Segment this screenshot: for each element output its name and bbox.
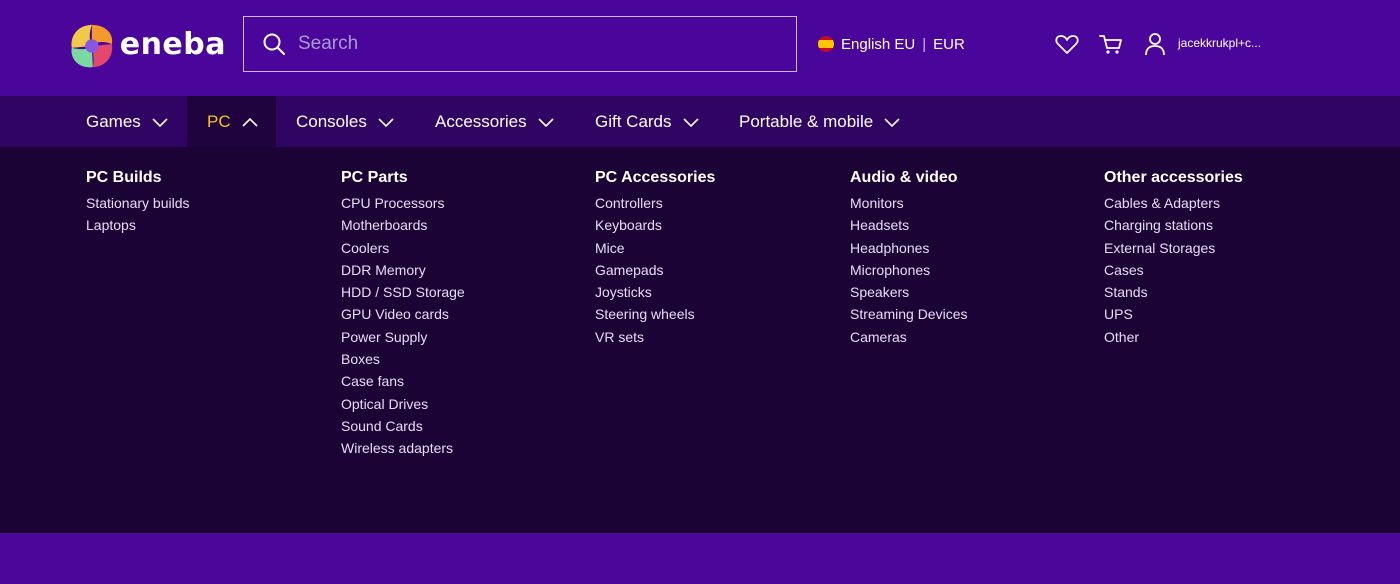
menu-link[interactable]: VR sets: [595, 326, 715, 348]
chevron-down-icon: [378, 117, 394, 127]
menu-column-pc-parts: PC Parts CPU Processors Motherboards Coole…: [341, 169, 465, 460]
menu-link[interactable]: Gamepads: [595, 259, 715, 281]
menu-column-title[interactable]: PC Parts: [341, 169, 465, 187]
chevron-down-icon: [682, 117, 699, 127]
brand-name: eneba: [119, 26, 226, 62]
eneba-logo[interactable]: eneba: [66, 20, 226, 72]
menu-link[interactable]: Streaming Devices: [850, 303, 968, 325]
menu-link[interactable]: Headphones: [850, 237, 968, 259]
nav-item-label: Portable & mobile: [739, 111, 874, 131]
menu-link[interactable]: Laptops: [86, 214, 190, 236]
menu-link[interactable]: Power Supply: [341, 326, 465, 348]
nav-item-label: Games: [86, 111, 141, 131]
menu-link[interactable]: UPS: [1104, 303, 1243, 325]
menu-link[interactable]: Cameras: [850, 326, 968, 348]
account-button[interactable]: [1142, 31, 1168, 57]
menu-link[interactable]: External Storages: [1104, 237, 1243, 259]
wishlist-button[interactable]: [1054, 31, 1080, 57]
search-input[interactable]: [296, 32, 780, 56]
nav-item-games[interactable]: Games: [86, 96, 169, 147]
menu-link[interactable]: Stands: [1104, 281, 1243, 303]
nav-item-consoles[interactable]: Consoles: [296, 96, 395, 147]
menu-column-title[interactable]: PC Builds: [86, 169, 190, 187]
category-nav: Games PC Consoles Accessories Gift Cards…: [0, 96, 1400, 147]
chevron-down-icon: [884, 117, 900, 127]
nav-item-accessories[interactable]: Accessories: [435, 96, 555, 147]
eneba-logo-mark-icon: [71, 24, 113, 68]
menu-link[interactable]: Keyboards: [595, 214, 715, 236]
language-label: English EU: [841, 35, 916, 53]
nav-item-label: Accessories: [435, 111, 527, 131]
locale-separator: |: [922, 35, 927, 53]
menu-link[interactable]: Motherboards: [341, 214, 465, 236]
cart-icon: [1099, 35, 1122, 54]
menu-column-title[interactable]: Audio & video: [850, 169, 968, 187]
menu-link[interactable]: GPU Video cards: [341, 303, 465, 325]
menu-link[interactable]: Steering wheels: [595, 303, 715, 325]
menu-column-pc-builds: PC Builds Stationary builds Laptops: [86, 169, 190, 237]
nav-item-label: Consoles: [296, 111, 367, 131]
menu-column-title[interactable]: Other accessories: [1104, 169, 1243, 187]
header: eneba English EU | EUR jacekkrukpl+c...: [0, 0, 1400, 96]
menu-link[interactable]: Monitors: [850, 192, 968, 214]
menu-link[interactable]: Cables & Adapters: [1104, 192, 1243, 214]
spain-flag-icon: [818, 36, 834, 52]
menu-link[interactable]: Case fans: [341, 370, 465, 392]
cart-button[interactable]: [1098, 31, 1124, 57]
menu-link[interactable]: Cases: [1104, 259, 1243, 281]
menu-link[interactable]: Optical Drives: [341, 393, 465, 415]
menu-link[interactable]: Mice: [595, 237, 715, 259]
chevron-down-icon: [152, 117, 168, 127]
menu-link[interactable]: Charging stations: [1104, 214, 1243, 236]
user-name[interactable]: jacekkrukpl+c...: [1178, 36, 1261, 50]
locale-selector[interactable]: English EU | EUR: [818, 34, 965, 54]
menu-link[interactable]: Headsets: [850, 214, 968, 236]
menu-link[interactable]: Coolers: [341, 237, 465, 259]
chevron-down-icon: [538, 117, 554, 127]
menu-link[interactable]: Speakers: [850, 281, 968, 303]
search-box[interactable]: [243, 16, 797, 72]
nav-item-label: Gift Cards: [595, 111, 672, 131]
search-icon[interactable]: [262, 32, 286, 56]
nav-item-gift-cards[interactable]: Gift Cards: [595, 96, 700, 147]
chevron-up-icon: [242, 117, 258, 127]
menu-link[interactable]: Sound Cards: [341, 415, 465, 437]
mega-menu: PC Builds Stationary builds Laptops PC Pa…: [0, 147, 1400, 533]
user-icon: [1145, 33, 1165, 56]
currency-label: EUR: [933, 35, 965, 53]
menu-link[interactable]: Microphones: [850, 259, 968, 281]
nav-item-label: PC: [207, 111, 231, 131]
menu-link[interactable]: Controllers: [595, 192, 715, 214]
menu-column-audio-video: Audio & video Monitors Headsets Headphones…: [850, 169, 968, 348]
menu-column-other-accessories: Other accessories Cables & Adapters Charg…: [1104, 169, 1243, 348]
menu-link[interactable]: Wireless adapters: [341, 437, 465, 459]
menu-link[interactable]: Stationary builds: [86, 192, 190, 214]
menu-link[interactable]: DDR Memory: [341, 259, 465, 281]
heart-icon: [1055, 35, 1079, 54]
menu-column-pc-accessories: PC Accessories Controllers Keyboards Mice G…: [595, 169, 715, 348]
menu-column-title[interactable]: PC Accessories: [595, 169, 715, 187]
menu-link[interactable]: Joysticks: [595, 281, 715, 303]
menu-link[interactable]: Other: [1104, 326, 1243, 348]
menu-link[interactable]: Boxes: [341, 348, 465, 370]
nav-item-portable-mobile[interactable]: Portable & mobile: [739, 96, 901, 147]
nav-item-pc[interactable]: PC: [187, 96, 276, 147]
menu-link[interactable]: HDD / SSD Storage: [341, 281, 465, 303]
menu-link[interactable]: CPU Processors: [341, 192, 465, 214]
